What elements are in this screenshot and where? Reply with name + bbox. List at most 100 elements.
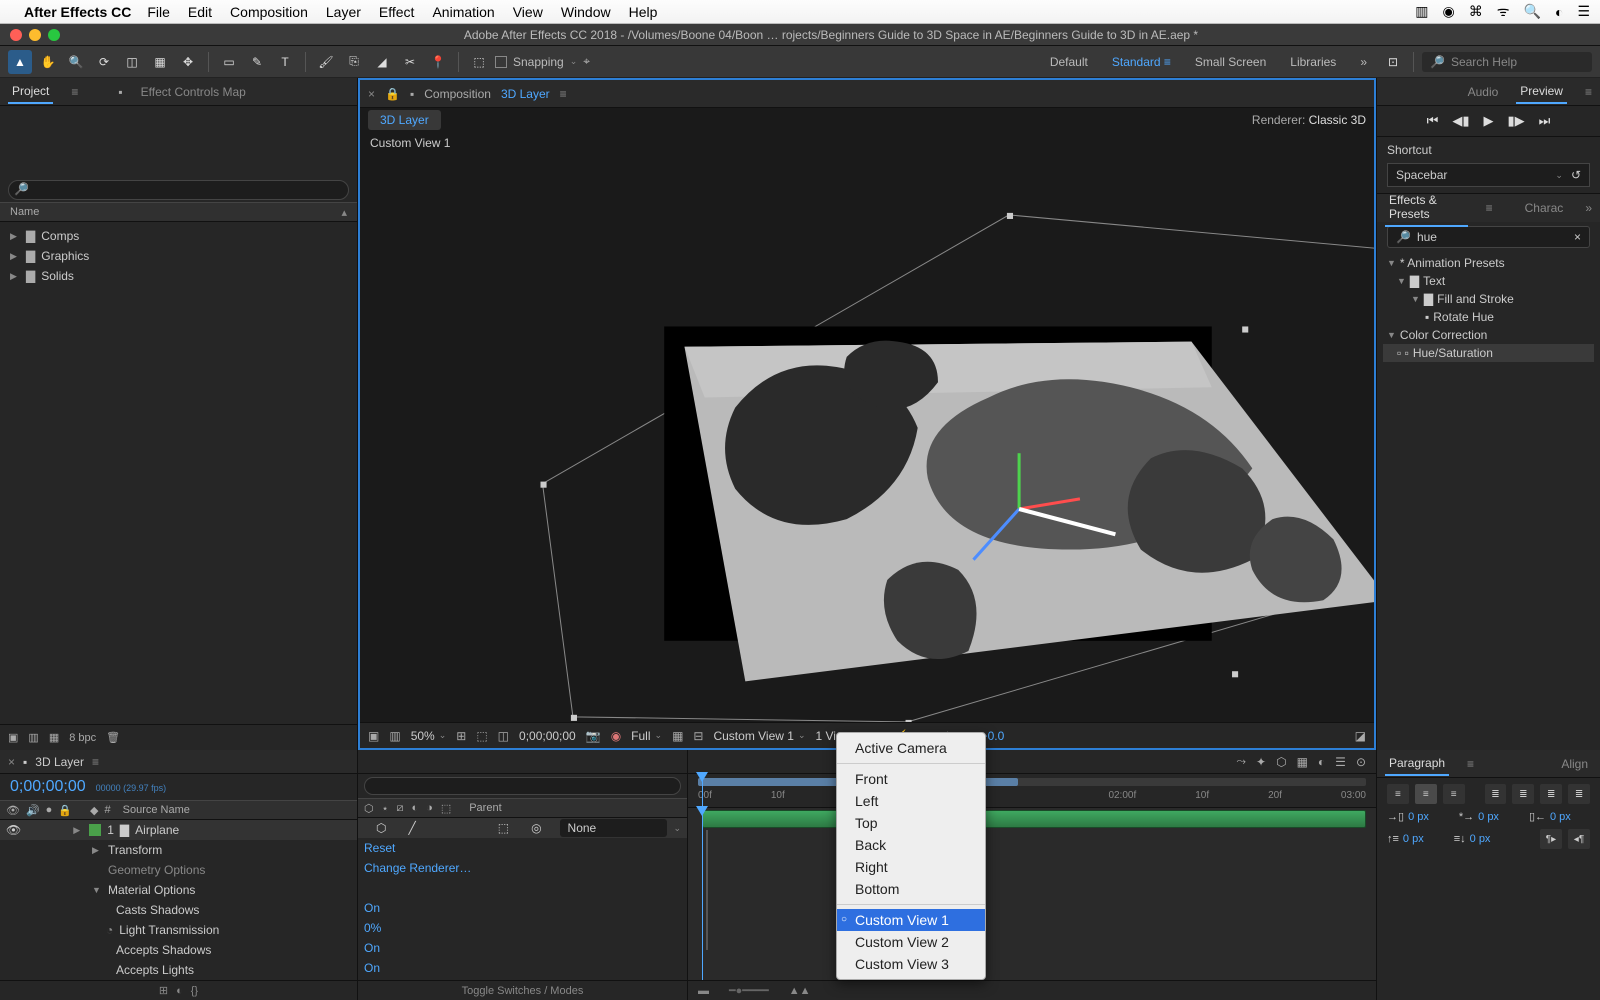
status-cc-icon[interactable]: ◉ — [1443, 3, 1455, 20]
rotation-tool[interactable]: ◫ — [120, 50, 144, 74]
status-spotlight-icon[interactable]: 🔍 — [1524, 3, 1541, 20]
view-option-custom1[interactable]: Custom View 1 — [837, 909, 985, 931]
first-frame-icon[interactable]: ⏮ — [1427, 113, 1439, 129]
alpha-icon[interactable]: ▣ — [368, 729, 379, 743]
new-folder-icon[interactable]: ▦ — [49, 731, 59, 744]
overflow-icon[interactable]: » — [1585, 201, 1592, 215]
panel-menu-icon[interactable]: ≡ — [1585, 85, 1592, 99]
align-left-icon[interactable]: ≡ — [1387, 784, 1409, 804]
menu-file[interactable]: File — [147, 4, 170, 20]
folder-solids[interactable]: ▶▇Solids — [6, 266, 351, 286]
workspace-overflow[interactable]: » — [1350, 51, 1377, 73]
switch-3d-icon[interactable]: ⬚ — [441, 802, 451, 815]
resolution-dropdown[interactable]: Full ⌄ — [631, 729, 662, 743]
col-label-icon[interactable]: ◆ — [90, 804, 98, 817]
prop-transform[interactable]: ▶Transform — [0, 840, 357, 860]
motion-blur-icon[interactable]: ◐ — [176, 985, 183, 997]
local-axis-tool[interactable]: ⬚ — [467, 50, 491, 74]
workspace-libraries[interactable]: Libraries — [1280, 51, 1346, 73]
prop-light-transmission[interactable]: ◔Light Transmission — [0, 920, 357, 940]
tab-preview[interactable]: Preview — [1516, 80, 1567, 104]
space-before[interactable]: ↑≡ 0 px — [1387, 833, 1424, 845]
graph-icon[interactable]: ☰ — [1335, 755, 1346, 769]
panel-menu-icon[interactable]: ≡ — [92, 755, 99, 769]
prop-accepts-lights[interactable]: Accepts Lights — [0, 960, 357, 980]
indent-left[interactable]: →▯ 0 px — [1387, 810, 1429, 823]
window-traffic-lights[interactable] — [10, 29, 60, 41]
tab-align[interactable]: Align — [1557, 753, 1592, 775]
puppet-tool[interactable]: 📍 — [426, 50, 450, 74]
switch-motionblur-icon[interactable]: ◐ — [412, 802, 419, 814]
project-col-label-icon[interactable]: ▴ — [341, 206, 347, 219]
align-center-icon[interactable]: ≡ — [1415, 784, 1437, 804]
status-film-icon[interactable]: ▥ — [1415, 3, 1428, 20]
layer-label-color[interactable] — [89, 824, 101, 836]
tree-rotate-hue[interactable]: ▪ Rotate Hue — [1383, 308, 1594, 326]
timeline-timecode[interactable]: 0;00;00;00 — [10, 778, 86, 796]
rect-tool[interactable]: ▭ — [217, 50, 241, 74]
zoom-dropdown[interactable]: 50% ⌄ — [411, 729, 447, 743]
tab-effects-presets[interactable]: Effects & Presets — [1385, 189, 1468, 227]
switch-adjustment-icon[interactable]: ◑ — [426, 802, 433, 814]
panel-menu-icon[interactable]: ≡ — [1467, 757, 1474, 771]
next-frame-icon[interactable]: ▮▶ — [1508, 113, 1525, 129]
tab-audio[interactable]: Audio — [1464, 81, 1503, 103]
indent-first[interactable]: *→ 0 px — [1459, 811, 1499, 823]
comp-mini-flowchart-icon[interactable]: ⤳ — [1236, 754, 1246, 769]
interpret-footage-icon[interactable]: ▣ — [8, 731, 18, 744]
toggle-switches-modes[interactable]: Toggle Switches / Modes — [358, 980, 687, 1000]
layer-bar[interactable] — [702, 810, 1366, 828]
view-option-left[interactable]: Left — [837, 790, 985, 812]
switch-shy-icon[interactable]: ⬡ — [364, 802, 374, 815]
workspace-smallscreen[interactable]: Small Screen — [1185, 51, 1276, 73]
project-search-input[interactable] — [8, 180, 349, 200]
align-right-icon[interactable]: ≡ — [1443, 784, 1465, 804]
folder-comps[interactable]: ▶▇Comps — [6, 226, 351, 246]
snap-magnet-icon[interactable]: ⌖ — [583, 54, 590, 69]
new-comp-icon[interactable]: ▥ — [28, 731, 38, 744]
clone-tool[interactable]: ⎘ — [342, 50, 366, 74]
menu-layer[interactable]: Layer — [326, 4, 361, 20]
direction-ltr-icon[interactable]: ¶▸ — [1540, 829, 1562, 849]
zoom-out-icon[interactable]: ▬ — [698, 985, 709, 997]
color-mgmt-icon[interactable]: ◉ — [611, 729, 621, 743]
playhead-line[interactable] — [702, 808, 703, 980]
window-minimize-icon[interactable] — [29, 29, 41, 41]
graph-editor-icon[interactable]: {} — [191, 985, 198, 997]
view-option-active-camera[interactable]: Active Camera — [837, 737, 985, 759]
hand-tool[interactable]: ✋ — [36, 50, 60, 74]
direction-rtl-icon[interactable]: ◂¶ — [1568, 829, 1590, 849]
workspace-standard[interactable]: Standard ≡ — [1102, 51, 1181, 73]
tab-project[interactable]: Project — [8, 80, 53, 104]
project-col-name[interactable]: Name — [10, 206, 39, 218]
col-audio-icon[interactable]: 🔊 — [26, 804, 40, 817]
frameblend-enable-icon[interactable]: ▦ — [1297, 755, 1308, 769]
reset-icon[interactable]: ↺ — [1571, 168, 1581, 182]
play-icon[interactable]: ▶ — [1484, 113, 1494, 129]
indent-right[interactable]: ▯← 0 px — [1529, 810, 1571, 823]
help-search[interactable]: 🔎 Search Help — [1422, 52, 1592, 72]
comp-breadcrumb[interactable]: 3D Layer — [368, 110, 441, 130]
justify-right-icon[interactable]: ≣ — [1540, 784, 1562, 804]
brush-tool[interactable]: 🖌 — [314, 50, 338, 74]
preview-timecode[interactable]: 0;00;00;00 — [519, 729, 576, 743]
prop-accepts-shadows[interactable]: Accepts Shadows — [0, 940, 357, 960]
layer-row[interactable]: 👁 ▶ 1 ▇ Airplane — [0, 820, 357, 840]
tab-effect-controls[interactable]: Effect Controls Map — [137, 81, 250, 103]
menu-edit[interactable]: Edit — [188, 4, 212, 20]
zoom-in-icon[interactable]: ▲▲ — [789, 985, 811, 997]
camera-tool[interactable]: ▦ — [148, 50, 172, 74]
folder-graphics[interactable]: ▶▇Graphics — [6, 246, 351, 266]
tree-fill-stroke[interactable]: ▼▇ Fill and Stroke — [1383, 290, 1594, 308]
view-dropdown-menu[interactable]: Active Camera Front Left Top Back Right … — [836, 732, 986, 980]
view-option-back[interactable]: Back — [837, 834, 985, 856]
zoom-slider[interactable]: ━●━━━━ — [729, 984, 769, 997]
parent-dropdown[interactable]: None — [560, 819, 668, 837]
renderer-dropdown[interactable]: Classic 3D — [1309, 113, 1366, 127]
tab-paragraph[interactable]: Paragraph — [1385, 752, 1449, 776]
switch-fx-icon[interactable]: ⋆ — [382, 802, 389, 815]
col-parent[interactable]: Parent — [459, 802, 681, 814]
resolution-icon[interactable]: ⊞ — [456, 729, 466, 743]
timeline-tracks[interactable] — [688, 808, 1376, 980]
panel-menu-icon[interactable]: ≡ — [71, 85, 78, 99]
